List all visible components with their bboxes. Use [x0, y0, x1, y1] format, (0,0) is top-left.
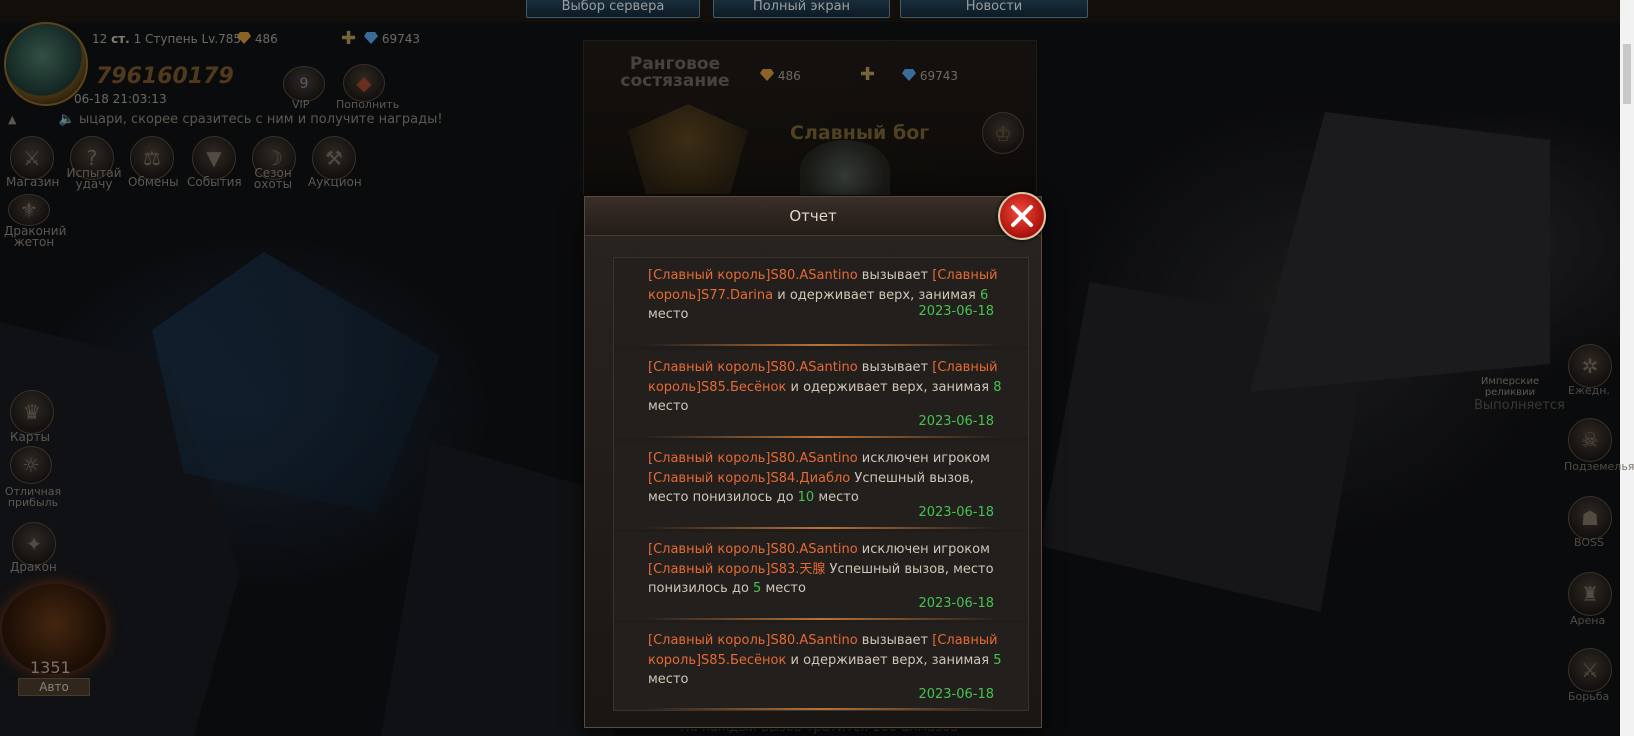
report-text: вызывает	[857, 633, 933, 648]
entry-divider	[644, 618, 998, 620]
entry-divider	[644, 344, 998, 346]
report-entry-text: [Славный король]S80.ASantino вызывает [С…	[648, 358, 1004, 417]
entry-divider	[644, 527, 998, 529]
entry-divider	[644, 436, 998, 438]
report-text: и одерживает верх, занимая	[786, 379, 994, 395]
report-dialog-header: Отчет	[585, 197, 1041, 236]
report-entry-text: [Славный король]S80.ASantino исключен иг…	[648, 540, 1004, 599]
report-entry-date: 2023-06-18	[918, 687, 994, 702]
report-entry: [Славный король]S80.ASantino вызывает [С…	[614, 258, 1028, 346]
report-entry: [Славный король]S80.ASantino вызывает [С…	[614, 350, 1028, 438]
player-name: [Славный король]S80.ASantino	[648, 542, 858, 557]
report-entry-text: [Славный король]S80.ASantino исключен иг…	[648, 449, 1004, 508]
page-scrollbar[interactable]	[1620, 0, 1634, 736]
player-name: [Славный король]S80.ASantino	[648, 268, 858, 283]
report-text: вызывает	[857, 360, 933, 375]
report-text: место	[648, 307, 689, 322]
report-dialog: Отчет [Славный король]S80.ASantino вызыв…	[584, 192, 1046, 728]
report-entry-date: 2023-06-18	[918, 414, 994, 429]
report-entry: [Славный король]S80.ASantino вызывает [С…	[614, 623, 1028, 710]
report-list[interactable]: [Славный король]S80.ASantino вызывает [С…	[613, 257, 1029, 711]
report-text: и одерживает верх, занимая	[773, 287, 980, 303]
report-entry: [Славный король]S80.ASantino исключен иг…	[614, 441, 1028, 529]
close-icon	[1011, 205, 1033, 227]
report-text: место	[761, 581, 806, 596]
player-name: [Славный король]S80.ASantino	[648, 360, 858, 375]
entry-divider	[644, 708, 998, 710]
player-name: [Славный король]S80.ASantino	[648, 451, 858, 466]
player-name: [Славный король]S83.天腺	[648, 561, 826, 577]
report-entry: [Славный король]S80.ASantino исключен иг…	[614, 532, 1028, 620]
rank-number: 6	[979, 287, 989, 303]
close-button[interactable]	[998, 192, 1046, 240]
report-text: место	[814, 490, 859, 505]
report-entry-date: 2023-06-18	[918, 596, 994, 611]
report-text: исключен игроком	[857, 451, 990, 466]
player-name: [Славный король]S80.ASantino	[648, 633, 858, 648]
report-text: место	[648, 672, 689, 687]
rank-number: 8	[993, 379, 1002, 395]
report-entry-text: [Славный король]S80.ASantino вызывает [С…	[648, 631, 1004, 690]
report-title: Отчет	[789, 207, 837, 225]
report-text: место	[648, 399, 689, 414]
report-entry-date: 2023-06-18	[918, 304, 994, 319]
scrollbar-thumb[interactable]	[1623, 44, 1631, 104]
report-text: вызывает	[857, 268, 933, 283]
report-text: исключен игроком	[857, 542, 990, 557]
player-name: [Славный король]S84.Диабло	[648, 470, 851, 486]
rank-number: 10	[797, 490, 815, 505]
report-entry-date: 2023-06-18	[918, 505, 994, 520]
report-text: и одерживает верх, занимая	[786, 652, 994, 668]
rank-number: 5	[993, 652, 1002, 668]
